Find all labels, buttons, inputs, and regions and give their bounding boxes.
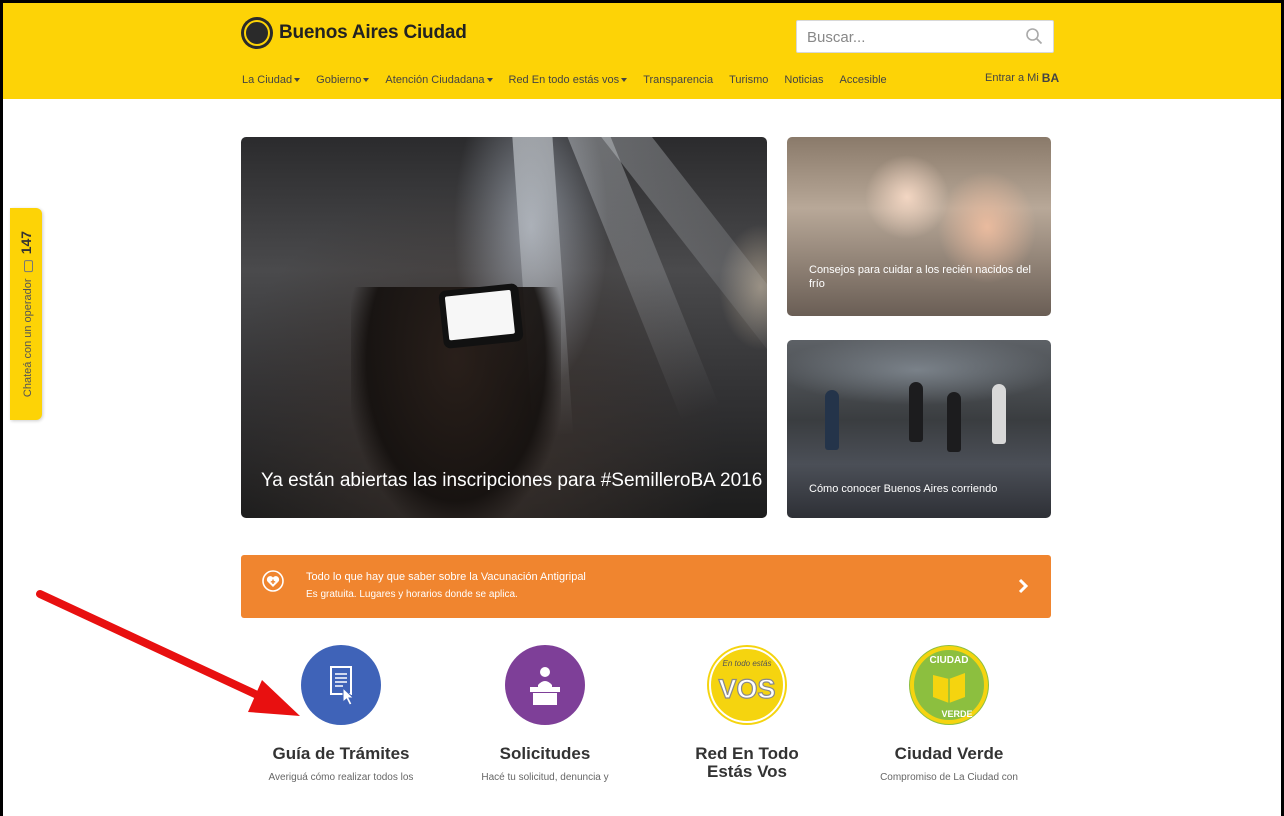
hero-card-running[interactable]: Cómo conocer Buenos Aires corriendo (787, 340, 1051, 518)
podium-icon (505, 645, 585, 725)
feature-red-en-todo[interactable]: En todo estás VOS Red En Todo Estás Vos (647, 645, 847, 790)
runner-figure (947, 392, 961, 452)
nav-item-red-en-todo[interactable]: Red En todo estás vos (509, 74, 628, 86)
document-cursor-icon (301, 645, 381, 725)
runner-figure (909, 382, 923, 442)
chat-operator-tab[interactable]: Chateá con un operador 147 (10, 208, 42, 420)
nav-item-gobierno[interactable]: Gobierno (316, 74, 370, 86)
nav-item-atencion-ciudadana[interactable]: Atención Ciudadana (385, 74, 493, 86)
svg-text:En todo estás: En todo estás (723, 659, 772, 668)
feature-title: Solicitudes (499, 744, 591, 763)
phone-image (438, 282, 524, 350)
feature-guia-tramites[interactable]: Guía de Trámites Averiguá cómo realizar … (241, 645, 441, 783)
feature-desc: Hacé tu solicitud, denuncia y (481, 772, 609, 783)
hero-main-caption: Ya están abiertas las inscripciones para… (261, 470, 763, 491)
site-header: Buenos Aires Ciudad La Ciudad Gobierno A… (3, 3, 1281, 99)
hero-card-caption: Cómo conocer Buenos Aires corriendo (809, 483, 998, 495)
chevron-right-icon[interactable] (1017, 577, 1029, 595)
svg-text:CIUDAD: CIUDAD (930, 655, 969, 666)
svg-text:VOS: VOS (718, 674, 775, 704)
login-link[interactable]: Entrar a Mi BA (985, 71, 1059, 85)
heart-plus-icon (262, 570, 284, 592)
mi-ba-brand: BA (1041, 71, 1060, 85)
chat-tab-label: Chateá con un operador 147 (18, 230, 34, 398)
feature-ciudad-verde[interactable]: CIUDAD VERDE Ciudad Verde Compromiso de … (849, 645, 1049, 783)
nav-item-accesible[interactable]: Accesible (840, 74, 887, 86)
nav-item-noticias[interactable]: Noticias (784, 74, 823, 86)
svg-text:VERDE: VERDE (941, 709, 972, 719)
feature-title: Red En Todo Estás Vos (695, 744, 799, 781)
runner-figure (825, 390, 839, 450)
chevron-down-icon (621, 78, 628, 83)
hero-main-card[interactable]: Ya están abiertas las inscripciones para… (241, 137, 767, 518)
search-icon[interactable] (1025, 27, 1043, 45)
feature-desc: Compromiso de La Ciudad con (880, 772, 1018, 783)
city-emblem-icon (241, 17, 273, 49)
nav-item-turismo[interactable]: Turismo (729, 74, 768, 86)
feature-title: Ciudad Verde (894, 744, 1004, 763)
banner-title: Todo lo que hay que saber sobre la Vacun… (306, 571, 586, 583)
feature-solicitudes[interactable]: Solicitudes Hacé tu solicitud, denuncia … (445, 645, 645, 783)
site-logo[interactable]: Buenos Aires Ciudad (241, 17, 467, 49)
chevron-down-icon (363, 78, 370, 83)
chevron-down-icon (294, 78, 301, 83)
hero-card-newborns[interactable]: Consejos para cuidar a los recién nacido… (787, 137, 1051, 316)
chat-bubble-icon (23, 260, 33, 273)
feature-title: Guía de Trámites (272, 744, 410, 763)
feature-desc: Averiguá cómo realizar todos los (268, 772, 414, 783)
chevron-down-icon (486, 78, 493, 83)
banner-subtitle: Es gratuita. Lugares y horarios donde se… (306, 589, 518, 600)
nav-item-la-ciudad[interactable]: La Ciudad (242, 74, 301, 86)
login-label: Entrar a Mi (985, 72, 1039, 84)
nav-item-transparencia[interactable]: Transparencia (643, 74, 713, 86)
main-nav: La Ciudad Gobierno Atención Ciudadana Re… (242, 74, 903, 86)
vos-logo-icon: En todo estás VOS (707, 645, 787, 725)
search-box (796, 20, 1054, 53)
hero-card-caption: Consejos para cuidar a los recién nacido… (809, 264, 1031, 290)
ciudad-verde-logo-icon: CIUDAD VERDE (909, 645, 989, 725)
runner-figure (992, 384, 1006, 444)
search-input[interactable] (807, 27, 1017, 47)
vaccination-banner[interactable]: Todo lo que hay que saber sobre la Vacun… (241, 555, 1051, 618)
site-name: Buenos Aires Ciudad (279, 22, 467, 43)
